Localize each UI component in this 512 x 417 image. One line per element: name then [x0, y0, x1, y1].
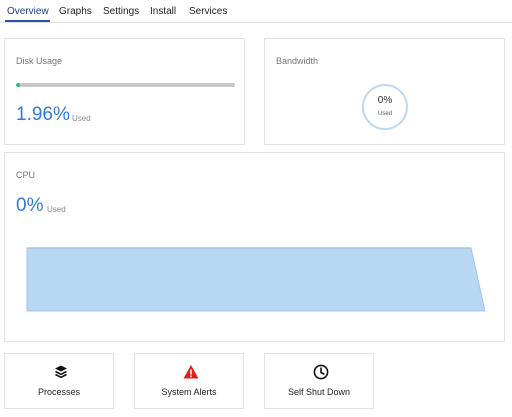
clock-icon [313, 364, 329, 380]
cpu-used-label: Used [47, 205, 66, 214]
cpu-usage-area [26, 247, 486, 312]
warning-icon [183, 364, 199, 380]
cpu-value: 0% [16, 195, 44, 216]
active-tab-indicator [5, 20, 50, 22]
cpu-usage-graph [26, 247, 486, 312]
layers-icon [53, 364, 69, 380]
bandwidth-used-label: Used [377, 111, 392, 117]
cpu-card: CPU 0% Used [4, 152, 505, 342]
processes-button[interactable]: Processes [4, 353, 114, 409]
processes-label: Processes [37, 387, 81, 397]
disk-usage-title: Disk Usage [16, 56, 63, 66]
disk-usage-value: 1.96% [16, 104, 70, 125]
self-shut-down-label: Self Shut Down [287, 387, 351, 397]
system-alerts-label: System Alerts [161, 387, 217, 397]
bandwidth-card: Bandwidth 0% Used [264, 38, 505, 145]
bandwidth-value: 0% [377, 95, 393, 106]
cpu-title: CPU [16, 170, 36, 180]
tab-overview[interactable]: Overview [7, 6, 49, 17]
disk-usage-used-label: Used [72, 114, 91, 123]
self-shut-down-button[interactable]: Self Shut Down [264, 353, 374, 409]
tab-bar: Overview Graphs Settings Install Service… [0, 0, 512, 23]
disk-usage-progress [16, 83, 235, 87]
bandwidth-gauge-ring [362, 84, 408, 130]
tab-install[interactable]: Install [150, 6, 176, 17]
bandwidth-gauge: 0% Used [361, 83, 409, 131]
disk-usage-card: Disk Usage 1.96% Used [4, 38, 245, 145]
tab-services[interactable]: Services [189, 6, 227, 17]
disk-usage-progress-fill [16, 83, 21, 87]
tab-settings[interactable]: Settings [103, 6, 139, 17]
tab-graphs[interactable]: Graphs [59, 6, 92, 17]
system-alerts-button[interactable]: System Alerts [134, 353, 244, 409]
bandwidth-title: Bandwidth [276, 56, 319, 66]
